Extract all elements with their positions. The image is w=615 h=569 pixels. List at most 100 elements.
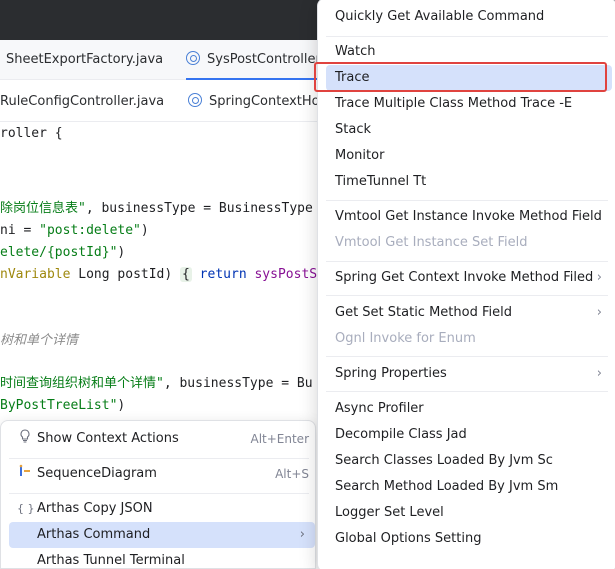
menu-item-shortcut: Alt+S	[275, 467, 309, 481]
code-fold-marker[interactable]: {	[180, 267, 192, 282]
code-line: nVariable Long postId) { return sysPostS	[0, 264, 317, 286]
menu-item-label: Watch	[335, 44, 376, 59]
menu-item-async-profiler[interactable]: Async Profiler	[326, 396, 612, 422]
menu-divider	[326, 391, 608, 392]
menu-item-label: Global Options Setting	[335, 531, 482, 546]
chevron-right-icon: ›	[596, 366, 602, 381]
menu-item-label: Vmtool Get Instance Invoke Method Field	[335, 209, 602, 224]
code-line: ni = "post:delete")	[0, 220, 149, 242]
menu-item-label: Stack	[335, 122, 371, 137]
menu-item-spring-properties[interactable]: Spring Properties ›	[326, 361, 612, 387]
code-text: )	[140, 223, 149, 238]
code-editor[interactable]: roller { 除岗位信息表", businessType = Busines…	[0, 123, 330, 423]
menu-item-spring-get-context[interactable]: Spring Get Context Invoke Method Filed ›	[326, 265, 612, 291]
menu-item-search-method-sm[interactable]: Search Method Loaded By Jvm Sm	[326, 474, 612, 500]
sequence-diagram-icon	[17, 461, 33, 487]
menu-item-monitor[interactable]: Monitor	[326, 143, 612, 169]
menu-item-arthas-command[interactable]: Arthas Command ›	[9, 522, 315, 548]
highlight-annotation-box	[314, 62, 607, 92]
menu-item-stack[interactable]: Stack	[326, 117, 612, 143]
menu-item-show-context-actions[interactable]: Show Context Actions Alt+Enter	[9, 426, 315, 452]
menu-item-get-set-static[interactable]: Get Set Static Method Field ›	[326, 300, 612, 326]
code-text: roller {	[0, 126, 63, 141]
tab-rule-config-controller[interactable]: RuleConfigController.java	[0, 82, 164, 122]
chevron-right-icon: ›	[596, 305, 602, 320]
menu-item-label: TimeTunnel Tt	[335, 174, 427, 189]
menu-divider	[9, 458, 309, 459]
menu-item-search-classes-sc[interactable]: Search Classes Loaded By Jvm Sc	[326, 448, 612, 474]
code-keyword: return	[191, 267, 255, 282]
code-comment: 树和单个详情	[0, 333, 79, 348]
menu-item-label: Search Method Loaded By Jvm Sm	[335, 479, 559, 494]
code-line: roller {	[0, 123, 63, 145]
code-text: )	[117, 398, 126, 413]
menu-item-label: Show Context Actions	[37, 431, 179, 446]
menu-item-label: Spring Properties	[335, 366, 447, 381]
tab-sheet-export-factory[interactable]: SheetExportFactory.java	[6, 40, 163, 80]
menu-item-label: Decompile Class Jad	[335, 427, 467, 442]
menu-item-global-options[interactable]: Global Options Setting	[326, 526, 612, 552]
menu-item-label: Vmtool Get Instance Set Field	[335, 235, 528, 250]
menu-item-sequence-diagram[interactable]: SequenceDiagram Alt+S	[9, 461, 315, 487]
chevron-right-icon: ›	[299, 527, 305, 542]
tab-label: SheetExportFactory.java	[6, 52, 164, 67]
code-text: ni =	[0, 223, 40, 238]
menu-divider	[9, 493, 309, 494]
class-icon	[188, 93, 202, 107]
code-text: )	[117, 245, 126, 260]
ide-window: SheetExportFactory.java SysPostControlle…	[0, 0, 615, 569]
code-annotation: nVariable	[0, 267, 71, 282]
menu-item-label: Ognl Invoke for Enum	[335, 331, 476, 346]
tab-label: RuleConfigController.java	[0, 94, 165, 109]
tab-sys-post-controller[interactable]: SysPostController.ja	[186, 40, 336, 80]
menu-item-label: Arthas Tunnel Terminal	[37, 553, 185, 568]
code-line: 时间查询组织树和单个详情", businessType = Bu	[0, 373, 313, 395]
menu-divider	[326, 295, 608, 296]
menu-item-label: Search Classes Loaded By Jvm Sc	[335, 453, 553, 468]
class-icon	[186, 51, 200, 65]
menu-item-quickly-get-available-command[interactable]: Quickly Get Available Command	[326, 4, 612, 30]
menu-item-label: Arthas Copy JSON	[37, 501, 153, 516]
menu-item-label: Trace Multiple Class Method Trace -E	[335, 96, 573, 111]
menu-item-timetunnel[interactable]: TimeTunnel Tt	[326, 169, 612, 195]
menu-item-label: Logger Set Level	[335, 505, 444, 520]
tab-spring-context-holder[interactable]: SpringContextHold	[188, 82, 331, 122]
code-string: "post:delete"	[39, 223, 141, 238]
code-line: ByPostTreeList")	[0, 395, 125, 417]
menu-item-ognl-invoke-enum: Ognl Invoke for Enum	[326, 326, 612, 352]
code-string: 时间查询组织树和单个详情"	[0, 376, 164, 391]
menu-item-arthas-tunnel-terminal[interactable]: Arthas Tunnel Terminal	[9, 548, 315, 569]
menu-item-vmtool-invoke[interactable]: Vmtool Get Instance Invoke Method Field	[326, 204, 612, 230]
menu-item-label: Spring Get Context Invoke Method Filed	[335, 270, 594, 285]
lightbulb-icon	[17, 426, 33, 452]
code-line: 除岗位信息表", businessType = BusinessType	[0, 198, 313, 220]
menu-item-label: SequenceDiagram	[37, 466, 157, 481]
menu-item-shortcut: Alt+Enter	[250, 432, 309, 446]
menu-item-decompile-jad[interactable]: Decompile Class Jad	[326, 422, 612, 448]
menu-item-logger-set-level[interactable]: Logger Set Level	[326, 500, 612, 526]
code-text: , businessType = Bu	[163, 376, 313, 391]
menu-item-label: Async Profiler	[335, 401, 424, 416]
chevron-right-icon: ›	[596, 270, 602, 285]
code-string: ByPostTreeList"	[0, 398, 118, 413]
menu-divider	[326, 356, 608, 357]
menu-item-trace-multiple[interactable]: Trace Multiple Class Method Trace -E	[326, 91, 612, 117]
menu-divider	[326, 36, 608, 37]
code-string: elete/{postId}"	[0, 245, 118, 260]
menu-item-vmtool-set-field: Vmtool Get Instance Set Field	[326, 230, 612, 256]
menu-divider	[326, 200, 608, 201]
braces-icon: { }	[17, 502, 35, 515]
menu-item-label: Monitor	[335, 148, 385, 163]
tab-label: SpringContextHold	[209, 94, 332, 109]
code-string: 除岗位信息表"	[0, 201, 86, 216]
code-line: elete/{postId}")	[0, 242, 125, 264]
code-field: sysPostS	[254, 267, 318, 282]
editor-context-menu: Show Context Actions Alt+Enter SequenceD…	[0, 420, 316, 569]
menu-item-label: Quickly Get Available Command	[335, 9, 545, 24]
code-text: , businessType = BusinessType	[85, 201, 313, 216]
menu-item-label: Arthas Command	[37, 527, 151, 542]
menu-item-arthas-copy-json[interactable]: { } Arthas Copy JSON	[9, 496, 315, 522]
code-line: 树和单个详情	[0, 330, 78, 352]
code-text: Long postId)	[70, 267, 181, 282]
menu-divider	[326, 261, 608, 262]
